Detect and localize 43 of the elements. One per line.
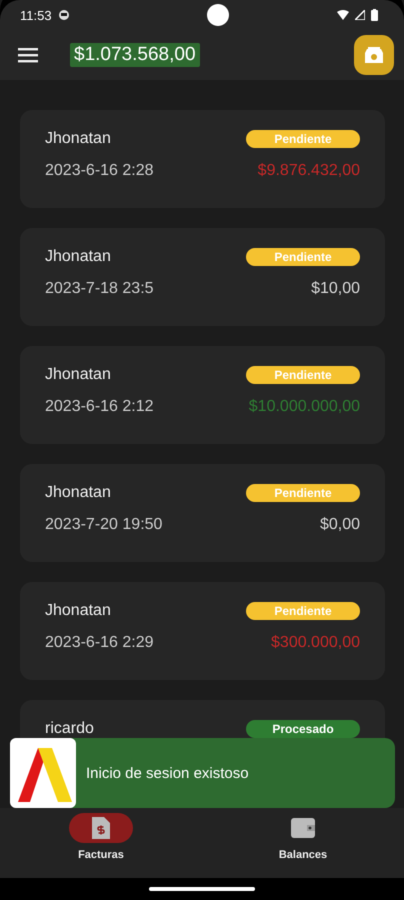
status-badge: Procesado <box>246 720 360 738</box>
invoice-date: 2023-6-16 2:29 <box>45 634 154 652</box>
invoice-amount: $9.876.432,00 <box>258 162 360 180</box>
status-badge: Pendiente <box>246 366 360 384</box>
invoice-amount: $10.000.000,00 <box>248 398 360 416</box>
invoice-date: 2023-7-20 19:50 <box>45 516 162 534</box>
invoice-date: 2023-7-18 23:5 <box>45 280 154 298</box>
menu-icon[interactable] <box>18 47 38 63</box>
battery-icon <box>371 9 378 21</box>
nav-tab[interactable]: Balances <box>202 808 404 878</box>
register-icon <box>363 45 385 65</box>
toast-message: Inicio de sesion existoso <box>86 764 249 782</box>
invoice-card[interactable]: Jhonatan Pendiente 2023-6-16 2:28 $9.876.432,00 <box>20 110 385 208</box>
client-name: Jhonatan <box>45 366 111 384</box>
nav-tab[interactable]: Facturas <box>0 808 202 878</box>
balance-total: $1.073.568,00 <box>70 43 200 67</box>
notification-icon <box>58 9 70 21</box>
invoice-card[interactable]: Jhonatan Pendiente 2023-6-16 2:29 $300.000,00 <box>20 582 385 680</box>
client-name: Jhonatan <box>45 602 111 620</box>
invoice-card[interactable]: Jhonatan Pendiente 2023-6-16 2:12 $10.000.000,00 <box>20 346 385 444</box>
invoice-amount: $10,00 <box>311 280 360 298</box>
wallet-icon <box>291 818 315 838</box>
status-badge: Pendiente <box>246 248 360 266</box>
invoice-card[interactable]: Jhonatan Pendiente 2023-7-18 23:5 $10,00 <box>20 228 385 326</box>
client-name: Jhonatan <box>45 130 111 148</box>
signal-icon <box>355 10 366 20</box>
cash-register-button[interactable] <box>354 35 394 75</box>
status-badge: Pendiente <box>246 484 360 502</box>
app-logo-icon <box>10 738 76 808</box>
invoice-date: 2023-6-16 2:12 <box>45 398 154 416</box>
client-name: Jhonatan <box>45 484 111 502</box>
status-badge: Pendiente <box>246 602 360 620</box>
invoice-date: 2023-6-16 2:28 <box>45 162 154 180</box>
camera-cutout <box>207 4 230 26</box>
status-badge: Pendiente <box>246 130 360 148</box>
invoice-amount: $0,00 <box>320 516 360 534</box>
status-time: 11:53 <box>20 8 52 22</box>
invoice-amount: $300.000,00 <box>271 634 360 652</box>
invoice-icon <box>92 817 110 839</box>
client-name: ricardo <box>45 720 94 738</box>
wifi-icon <box>337 10 350 20</box>
client-name: Jhonatan <box>45 248 111 266</box>
invoice-card[interactable]: Jhonatan Pendiente 2023-7-20 19:50 $0,00 <box>20 464 385 562</box>
